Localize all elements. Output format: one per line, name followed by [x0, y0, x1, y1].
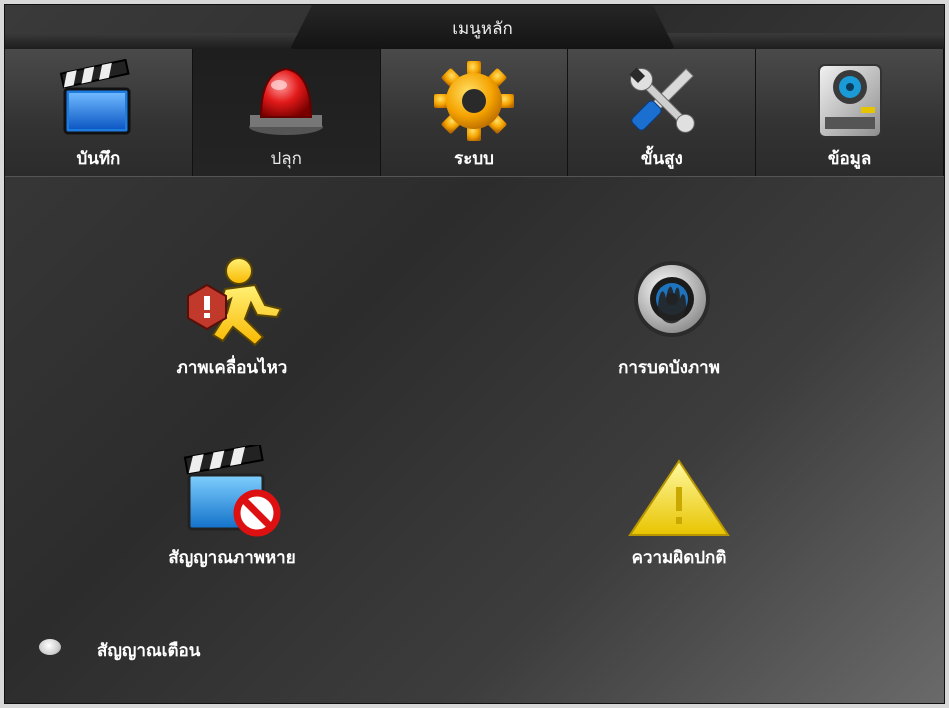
tab-label: บันทึก: [76, 149, 121, 169]
tab-alarm[interactable]: ปลุก: [192, 49, 381, 176]
menu-item-video-loss[interactable]: สัญญาณภาพหาย: [122, 445, 342, 571]
tab-label: ข้อมูล: [827, 149, 872, 169]
tab-label: ระบบ: [454, 149, 494, 169]
siren-icon: [247, 67, 326, 137]
tab-system[interactable]: ระบบ: [380, 49, 569, 176]
tools-icon: [629, 67, 695, 133]
warning-triangle-icon: [628, 459, 730, 536]
menu-item-label: ความผิดปกติ: [631, 548, 727, 568]
main-menu-window: เมนูหลัก บันทึก ปลุก ระบบ ขั้นสูง ข้อมูล…: [4, 4, 945, 704]
alarm-signal-radio[interactable]: [39, 639, 61, 655]
menu-item-label: ภาพเคลื่อนไหว: [176, 358, 288, 378]
video-tampering-icon: [634, 261, 710, 337]
tab-record[interactable]: บันทึก: [5, 49, 193, 176]
motion-detection-icon: [187, 257, 283, 347]
title-tab: เมนูหลัก: [290, 5, 675, 49]
window-title: เมนูหลัก: [452, 19, 513, 39]
tab-bar: บันทึก ปลุก ระบบ ขั้นสูง ข้อมูล: [5, 49, 944, 177]
menu-item-tampering[interactable]: การบดบังภาพ: [559, 255, 779, 381]
tab-label: ปลุก: [270, 149, 302, 169]
tab-info[interactable]: ข้อมูล: [756, 49, 944, 176]
tab-advanced[interactable]: ขั้นสูง: [568, 49, 757, 176]
menu-item-label: สัญญาณภาพหาย: [168, 548, 296, 568]
menu-item-motion[interactable]: ภาพเคลื่อนไหว: [122, 255, 342, 381]
clapperboard-icon: [60, 59, 131, 135]
tab-label: ขั้นสูง: [640, 149, 683, 169]
menu-item-label: การบดบังภาพ: [618, 358, 720, 378]
alarm-signal-label: สัญญาณเตือน: [97, 641, 201, 661]
gear-icon: [433, 61, 514, 141]
menu-item-abnormal[interactable]: ความผิดปกติ: [569, 445, 789, 571]
hard-drive-icon: [817, 64, 882, 138]
video-loss-icon: [183, 445, 281, 537]
